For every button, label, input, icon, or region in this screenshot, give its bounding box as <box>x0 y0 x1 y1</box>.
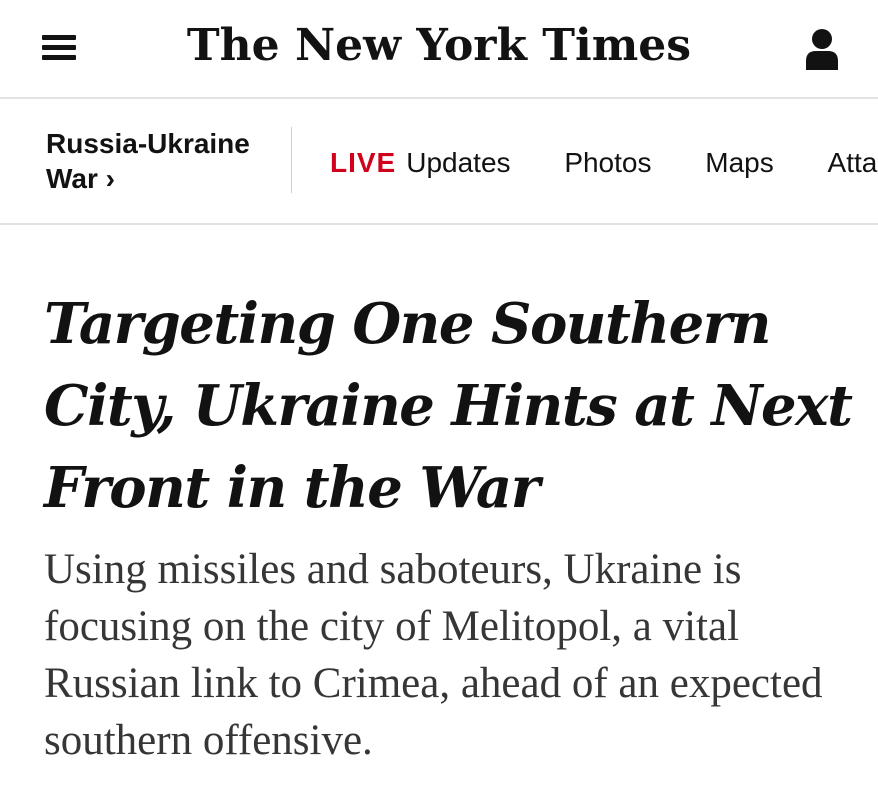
nav-link-photos[interactable]: Photos <box>564 146 651 180</box>
nav-link-label: Updates <box>406 147 511 178</box>
live-badge: LIVE <box>330 147 397 178</box>
nav-link-attacks[interactable]: Attacks <box>828 146 878 180</box>
masthead: The New York Times <box>0 0 878 99</box>
section-nav: Russia-Ukraine War › LIVE Updates Photos … <box>0 99 878 225</box>
article-summary: Using missiles and saboteurs, Ukraine is… <box>44 546 823 764</box>
user-account-icon[interactable] <box>804 26 840 72</box>
article-headline: Targeting One Southern City, Ukraine Hin… <box>44 291 853 521</box>
nav-link-live-updates[interactable]: LIVE Updates <box>330 146 511 180</box>
nyt-logo[interactable]: The New York Times <box>0 14 878 78</box>
section-title-line2: War › <box>46 163 115 194</box>
nav-link-maps[interactable]: Maps <box>705 146 773 180</box>
nav-divider <box>291 127 292 193</box>
section-title-link[interactable]: Russia-Ukraine War › <box>46 126 250 196</box>
nav-links: LIVE Updates Photos Maps Attacks <box>330 146 878 180</box>
section-title-line1: Russia-Ukraine <box>46 128 250 159</box>
